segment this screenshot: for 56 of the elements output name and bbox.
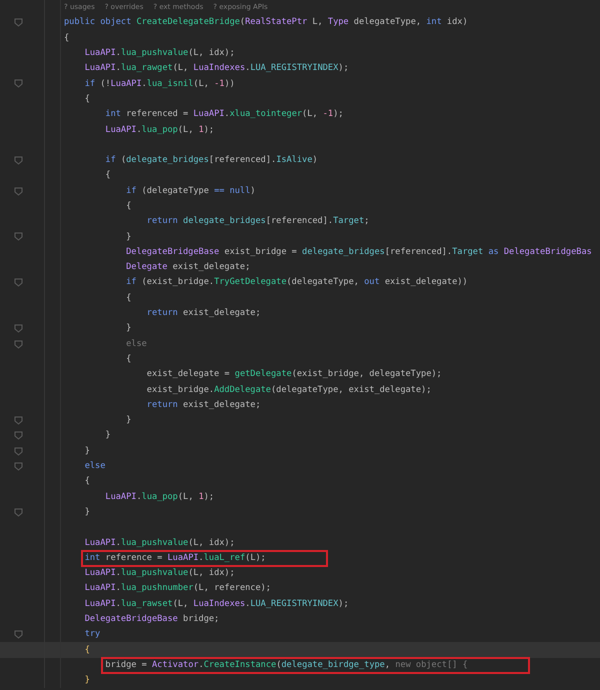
fold-marker-icon[interactable] bbox=[14, 416, 23, 426]
fold-marker-icon[interactable] bbox=[14, 446, 23, 456]
code-line: if (exist_bridge.TryGetDelegate(delegateType, out exist_delegate)) bbox=[126, 276, 468, 290]
code-line: } bbox=[84, 506, 90, 519]
fold-marker-icon[interactable] bbox=[14, 278, 23, 288]
code-line: LuaAPI.lua_rawget(L, LuaIndexes.LUA_REGISTRYINDEX); bbox=[84, 62, 349, 76]
code-line: { bbox=[105, 169, 111, 182]
code-line: { bbox=[84, 644, 90, 657]
fold-marker-icon[interactable] bbox=[14, 431, 23, 440]
code-line: bridge = Activator.CreateInstance(delegate_birdge_type, new object[] { bbox=[103, 658, 528, 672]
code-line: LuaAPI.lua_pop(L, 1); bbox=[105, 490, 214, 504]
fold-marker-icon[interactable] bbox=[14, 156, 23, 165]
code-line: LuaAPI.lua_pushvalue(L, idx); bbox=[84, 536, 235, 550]
fold-marker-icon[interactable] bbox=[14, 340, 23, 349]
code-line: Delegate exist_delegate; bbox=[126, 261, 250, 274]
code-line: return delegate_bridges[referenced].Target; bbox=[146, 215, 370, 228]
code-line: if (!LuaAPI.lua_isnil(L, -1)) bbox=[84, 78, 235, 91]
code-line: } bbox=[84, 674, 90, 688]
fold-marker-icon[interactable] bbox=[14, 630, 23, 640]
code-line: exist_bridge.AddDelegate(delegateType, exist_delegate); bbox=[146, 384, 432, 397]
fold-marker-icon[interactable] bbox=[14, 324, 23, 334]
code-line: { bbox=[126, 200, 132, 213]
code-line: if (delegate_bridges[referenced].IsAlive) bbox=[105, 154, 318, 168]
code-line: } bbox=[126, 322, 132, 336]
code-line: { bbox=[84, 92, 90, 106]
code-line: } bbox=[126, 230, 132, 244]
code-line: { bbox=[64, 32, 70, 45]
code-line: } bbox=[84, 444, 90, 458]
code-line: else bbox=[126, 338, 147, 351]
code-line: LuaAPI.lua_pushvalue(L, idx); bbox=[84, 567, 235, 580]
code-line: else bbox=[84, 460, 106, 474]
code-line: DelegateBridgeBase exist_bridge = delegate_bridges[referenced].Target as DelegateBridgeBas bbox=[126, 246, 592, 259]
fold-marker-icon[interactable] bbox=[14, 18, 23, 28]
code-line: { bbox=[126, 292, 132, 305]
code-line: return exist_delegate; bbox=[146, 398, 261, 412]
code-line: exist_delegate = getDelegate(exist_bridge, delegateType); bbox=[146, 368, 442, 382]
code-line: return exist_delegate; bbox=[146, 307, 261, 320]
fold-marker-icon[interactable] bbox=[14, 232, 23, 242]
code-line: LuaAPI.lua_pushnumber(L, reference); bbox=[84, 582, 271, 596]
code-line: try bbox=[84, 628, 100, 642]
code-line: int referenced = LuaAPI.xlua_tointeger(L, -1); bbox=[105, 108, 344, 122]
fold-marker-icon[interactable] bbox=[14, 462, 23, 471]
code-line: { bbox=[84, 475, 90, 488]
code-line: } bbox=[105, 429, 111, 442]
code-line: LuaAPI.lua_pushvalue(L, idx); bbox=[84, 47, 235, 60]
fold-marker-icon[interactable] bbox=[14, 79, 23, 88]
fold-marker-icon[interactable] bbox=[14, 186, 23, 196]
code-line: LuaAPI.lua_rawset(L, LuaIndexes.LUA_REGISTRYINDEX); bbox=[84, 598, 349, 611]
fold-marker-icon[interactable] bbox=[14, 508, 23, 517]
code-line: DelegateBridgeBase bridge; bbox=[84, 613, 220, 626]
code-line: { bbox=[126, 352, 132, 366]
code-line: int reference = LuaAPI.luaL_ref(L); bbox=[82, 552, 326, 565]
code-line: } bbox=[126, 414, 132, 428]
code-line: if (delegateType == null) bbox=[126, 184, 256, 198]
code-line: LuaAPI.lua_pop(L, 1); bbox=[105, 124, 214, 137]
code-line: public object CreateDelegateBridge(RealStatePtr L, Type delegateType, int idx) bbox=[64, 16, 468, 30]
